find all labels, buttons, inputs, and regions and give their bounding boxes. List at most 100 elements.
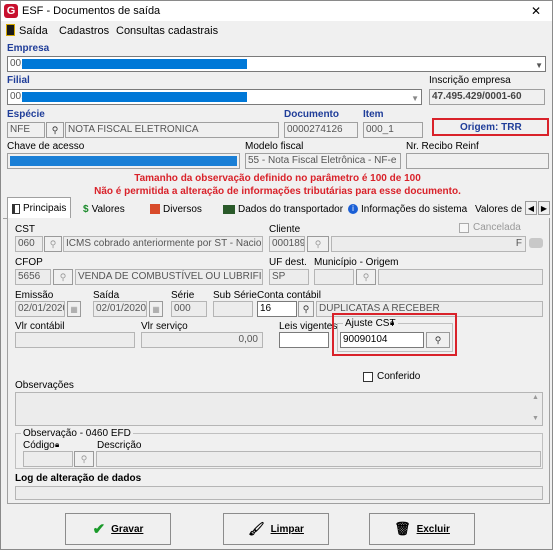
gravar-label: Gravar (111, 523, 144, 535)
tab-transportador-label: Dados do transportador (238, 203, 344, 215)
cliente-label: Cliente (269, 224, 301, 235)
obs0460-descricao-field (96, 451, 541, 467)
exit-door-icon (6, 24, 15, 36)
calendar-icon: ▦ (149, 301, 163, 317)
saida-field: 02/01/2020 (93, 301, 147, 317)
subserie-label: Sub Série (213, 290, 257, 301)
cfop-desc: VENDA DE COMBUSTÍVEL OU LUBRIFICAN (75, 269, 263, 285)
uf-field: SP (269, 269, 309, 285)
cliente-suffix: F (515, 238, 522, 249)
cst-desc: ICMS cobrado anteriormente por ST - Naci… (63, 236, 263, 252)
log-field (15, 486, 543, 500)
window-title: ESF - Documentos de saída (22, 5, 161, 17)
filial-select[interactable]: 001 ▼ (7, 89, 422, 105)
item-field: 000_1 (363, 122, 423, 138)
close-icon[interactable]: ✕ (531, 4, 541, 18)
emissao-label: Emissão (15, 290, 54, 301)
tab-scroll-left-button[interactable]: ◀ (525, 201, 537, 215)
cancelada-label: Cancelada (473, 222, 521, 233)
cliente-code: 000189 (269, 236, 305, 252)
cst-label: CST (15, 224, 35, 235)
menu-item-consultas[interactable]: Consultas cadastrais (116, 25, 218, 37)
origem-label: Origem: TRR (460, 122, 522, 133)
chave-highlight (10, 156, 237, 166)
cfop-code: 5656 (15, 269, 51, 285)
ajuste-search-button[interactable]: ⚲ (426, 332, 450, 348)
leis-label: Leis vigentes (279, 321, 338, 332)
info-icon: i (348, 204, 358, 214)
ajuste-field[interactable]: 90090104 (340, 332, 424, 348)
tab-valores[interactable]: $ Valores (79, 199, 129, 219)
vlr-contabil-field (15, 332, 135, 348)
warning-size: Tamanho da observação definido no parâme… (134, 173, 421, 184)
tab-principais[interactable]: Principais (7, 197, 72, 219)
scroll-up-icon: ▲ (532, 394, 539, 401)
app-logo-icon: G (4, 4, 18, 18)
tab-valores-label: Valores (91, 203, 125, 215)
empresa-select[interactable]: 001 ▼ (7, 56, 546, 72)
tab-diversos-label: Diversos (163, 203, 202, 215)
municipio-desc (378, 269, 543, 285)
menu-item-saida[interactable]: Saída (19, 25, 48, 37)
tab-valores-de-label: Valores de (475, 203, 523, 215)
money-icon: $ (83, 203, 89, 215)
especie-search-button[interactable]: ⚲ (46, 122, 64, 138)
excluir-label: Excluir (416, 523, 450, 535)
leis-field[interactable] (279, 332, 329, 348)
obs0460-search-button: ⚲ (74, 451, 94, 467)
inscricao-label: Inscrição empresa (429, 75, 511, 86)
tab-diversos[interactable]: Diversos (146, 199, 206, 219)
emissao-field: 02/01/2020 (15, 301, 65, 317)
cst-search-button: ⚲ (44, 236, 62, 252)
limpar-label: Limpar (270, 523, 304, 535)
tab-principais-label: Principais (23, 203, 67, 214)
cfop-label: CFOP (15, 257, 43, 268)
especie-code: NFE (7, 122, 45, 138)
cliente-name: F (331, 236, 526, 252)
lock-icon: 🔒︎ (390, 318, 395, 327)
tab-scroll-right-button[interactable]: ▶ (538, 201, 550, 215)
title-bar: G ESF - Documentos de saída ✕ (1, 1, 552, 21)
calendar-icon: ▦ (67, 301, 81, 317)
filial-label: Filial (7, 75, 30, 86)
vlr-servico-label: Vlr serviço (141, 321, 188, 332)
gravar-button[interactable]: ✔ Gravar (65, 513, 171, 545)
tab-info-sistema[interactable]: i Informações do sistema (344, 199, 471, 219)
limpar-button[interactable]: 🖌︎ Limpar (223, 513, 329, 545)
uf-label: UF dest. (269, 257, 307, 268)
municipio-code (314, 269, 354, 285)
vlr-servico-value: 0,00 (238, 334, 258, 345)
municipio-label: Município - Origem (314, 257, 399, 268)
chave-field (7, 153, 240, 169)
recibo-label: Nr. Recibo Reinf (406, 141, 479, 152)
tab-transportador[interactable]: Dados do transportador (219, 199, 347, 219)
menu-item-cadastros[interactable]: Cadastros (59, 25, 109, 37)
conta-search-button[interactable]: ⚲ (298, 301, 314, 317)
main-window: G ESF - Documentos de saída ✕ Saída Cada… (0, 0, 553, 550)
chevron-down-icon[interactable]: ▼ (535, 59, 543, 71)
eraser-icon: 🖌︎ (248, 521, 265, 536)
log-label: Log de alteração de dados (15, 473, 142, 484)
conta-code[interactable]: 16 (257, 301, 297, 317)
menu-bar: Saída Cadastros Consultas cadastrais (1, 21, 552, 40)
cst-code: 060 (15, 236, 43, 252)
tab-info-sistema-label: Informações do sistema (361, 203, 468, 215)
filial-highlight (22, 92, 247, 102)
conferido-checkbox[interactable] (363, 372, 373, 382)
cancelada-checkbox (459, 223, 469, 233)
conferido-label: Conferido (377, 371, 421, 382)
trash-icon: 🗑︎ (394, 521, 411, 536)
chave-label: Chave de acesso (7, 141, 85, 152)
tab-valores-de[interactable]: Valores de (473, 199, 524, 219)
vlr-servico-field: 0,00 (141, 332, 263, 348)
excluir-button[interactable]: 🗑︎ Excluir (369, 513, 475, 545)
obs0460-label: Observação - 0460 EFD (21, 428, 133, 439)
lock-icon: 🔒︎ (55, 440, 60, 449)
obs0460-codigo-label: Código (23, 440, 55, 451)
obs0460-codigo-field (23, 451, 73, 467)
subserie-field (213, 301, 253, 317)
serie-label: Série (171, 290, 195, 301)
chevron-down-icon[interactable]: ▼ (411, 92, 419, 104)
recibo-field (406, 153, 549, 169)
modelo-field: 55 - Nota Fiscal Eletrônica - NF-e (245, 153, 401, 169)
